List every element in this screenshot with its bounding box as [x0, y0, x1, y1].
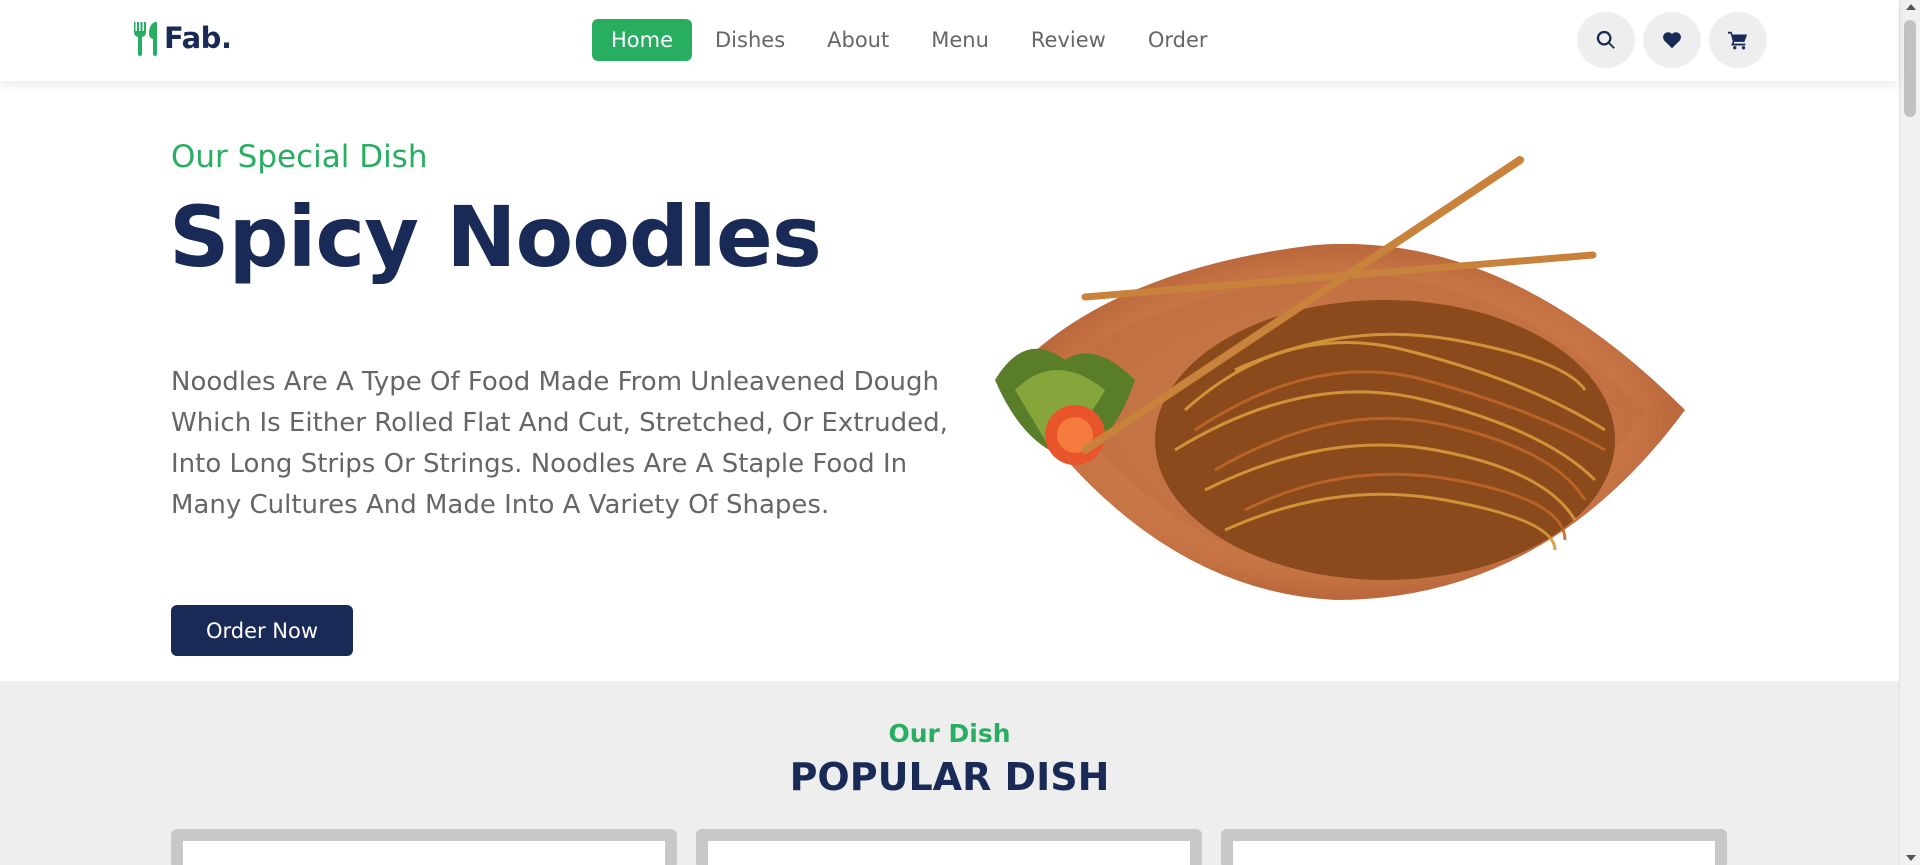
nav-dishes[interactable]: Dishes [696, 19, 804, 61]
logo[interactable]: Fab. [131, 18, 232, 58]
main-nav: Home Dishes About Menu Review Order [592, 19, 1231, 61]
header-icons [1577, 12, 1775, 68]
scroll-down-arrow-icon[interactable] [1906, 855, 1916, 861]
logo-text: Fab. [164, 21, 232, 55]
nav-about[interactable]: About [808, 19, 908, 61]
hero-description: Noodles Are A Type Of Food Made From Unl… [171, 367, 948, 520]
order-now-button[interactable]: Order Now [171, 605, 353, 656]
scroll-thumb[interactable] [1904, 20, 1916, 117]
heart-icon [1663, 32, 1681, 49]
favorites-button[interactable] [1643, 12, 1701, 68]
popular-section: Our Dish POPULAR DISH [0, 681, 1899, 865]
nav-review[interactable]: Review [1012, 19, 1125, 61]
dish-card[interactable] [171, 829, 677, 865]
header: Fab. Home Dishes About Menu Review Order [0, 0, 1899, 81]
page-scrollbar[interactable] [1899, 0, 1920, 865]
cart-button[interactable] [1709, 12, 1767, 68]
utensils-icon [134, 22, 157, 56]
dish-card[interactable] [696, 829, 1202, 865]
popular-title: POPULAR DISH [789, 755, 1110, 799]
scroll-up-arrow-icon[interactable] [1906, 4, 1916, 10]
cart-icon [1727, 31, 1748, 50]
nav-home[interactable]: Home [592, 19, 693, 61]
popular-subtitle: Our Dish [888, 719, 1011, 748]
hero-subtitle: Our Special Dish [171, 139, 428, 175]
dish-card[interactable] [1221, 829, 1727, 865]
nav-menu[interactable]: Menu [912, 19, 1008, 61]
search-icon [1596, 30, 1615, 49]
noodles-image [995, 156, 1685, 600]
nav-order[interactable]: Order [1129, 19, 1227, 61]
search-button[interactable] [1577, 12, 1635, 68]
hero-title: Spicy Noodles [169, 188, 822, 286]
